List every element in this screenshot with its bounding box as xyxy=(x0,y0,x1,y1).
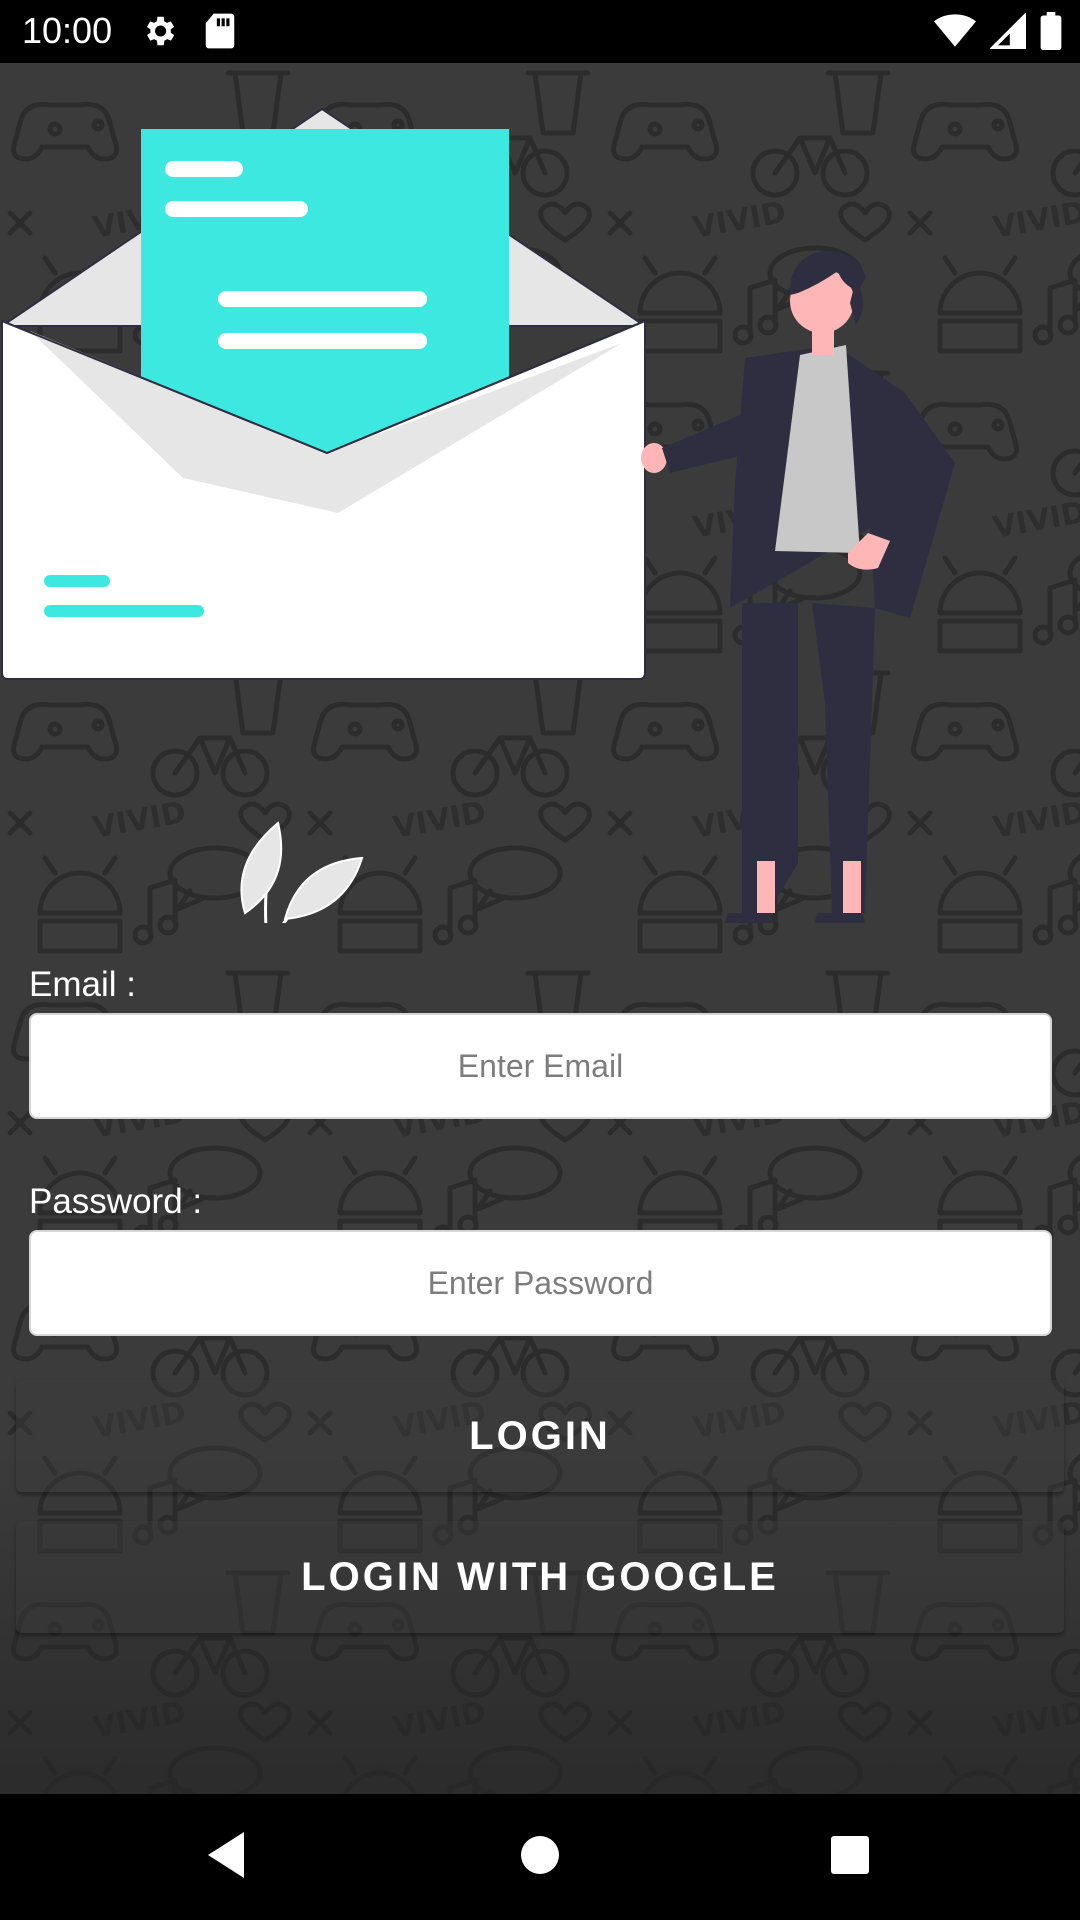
status-bar: 10:00 xyxy=(0,0,1080,63)
envelope-illustration xyxy=(0,107,649,680)
plant-illustration xyxy=(240,821,364,923)
login-with-google-button[interactable]: LOGIN WITH GOOGLE xyxy=(16,1521,1064,1633)
gear-icon xyxy=(140,12,178,55)
battery-icon xyxy=(1040,12,1062,55)
recents-button[interactable] xyxy=(790,1794,910,1920)
email-input[interactable] xyxy=(29,1013,1052,1119)
password-label: Password : xyxy=(29,1182,203,1221)
person-illustration xyxy=(641,250,955,923)
status-left-icons xyxy=(140,12,236,55)
home-icon xyxy=(520,1835,560,1880)
wifi-icon xyxy=(934,13,976,54)
password-input[interactable] xyxy=(29,1230,1052,1336)
recents-icon xyxy=(830,1835,870,1880)
back-icon xyxy=(204,1830,248,1885)
navigation-bar xyxy=(0,1794,1080,1920)
back-button[interactable] xyxy=(166,1794,286,1920)
sd-card-icon xyxy=(204,12,236,55)
home-button[interactable] xyxy=(480,1794,600,1920)
mail-illustration xyxy=(0,107,955,923)
email-label: Email : xyxy=(29,965,136,1004)
login-button[interactable]: LOGIN xyxy=(16,1380,1064,1492)
status-right-icons xyxy=(934,12,1062,55)
cell-signal-icon xyxy=(989,12,1026,54)
status-time: 10:00 xyxy=(22,10,113,51)
